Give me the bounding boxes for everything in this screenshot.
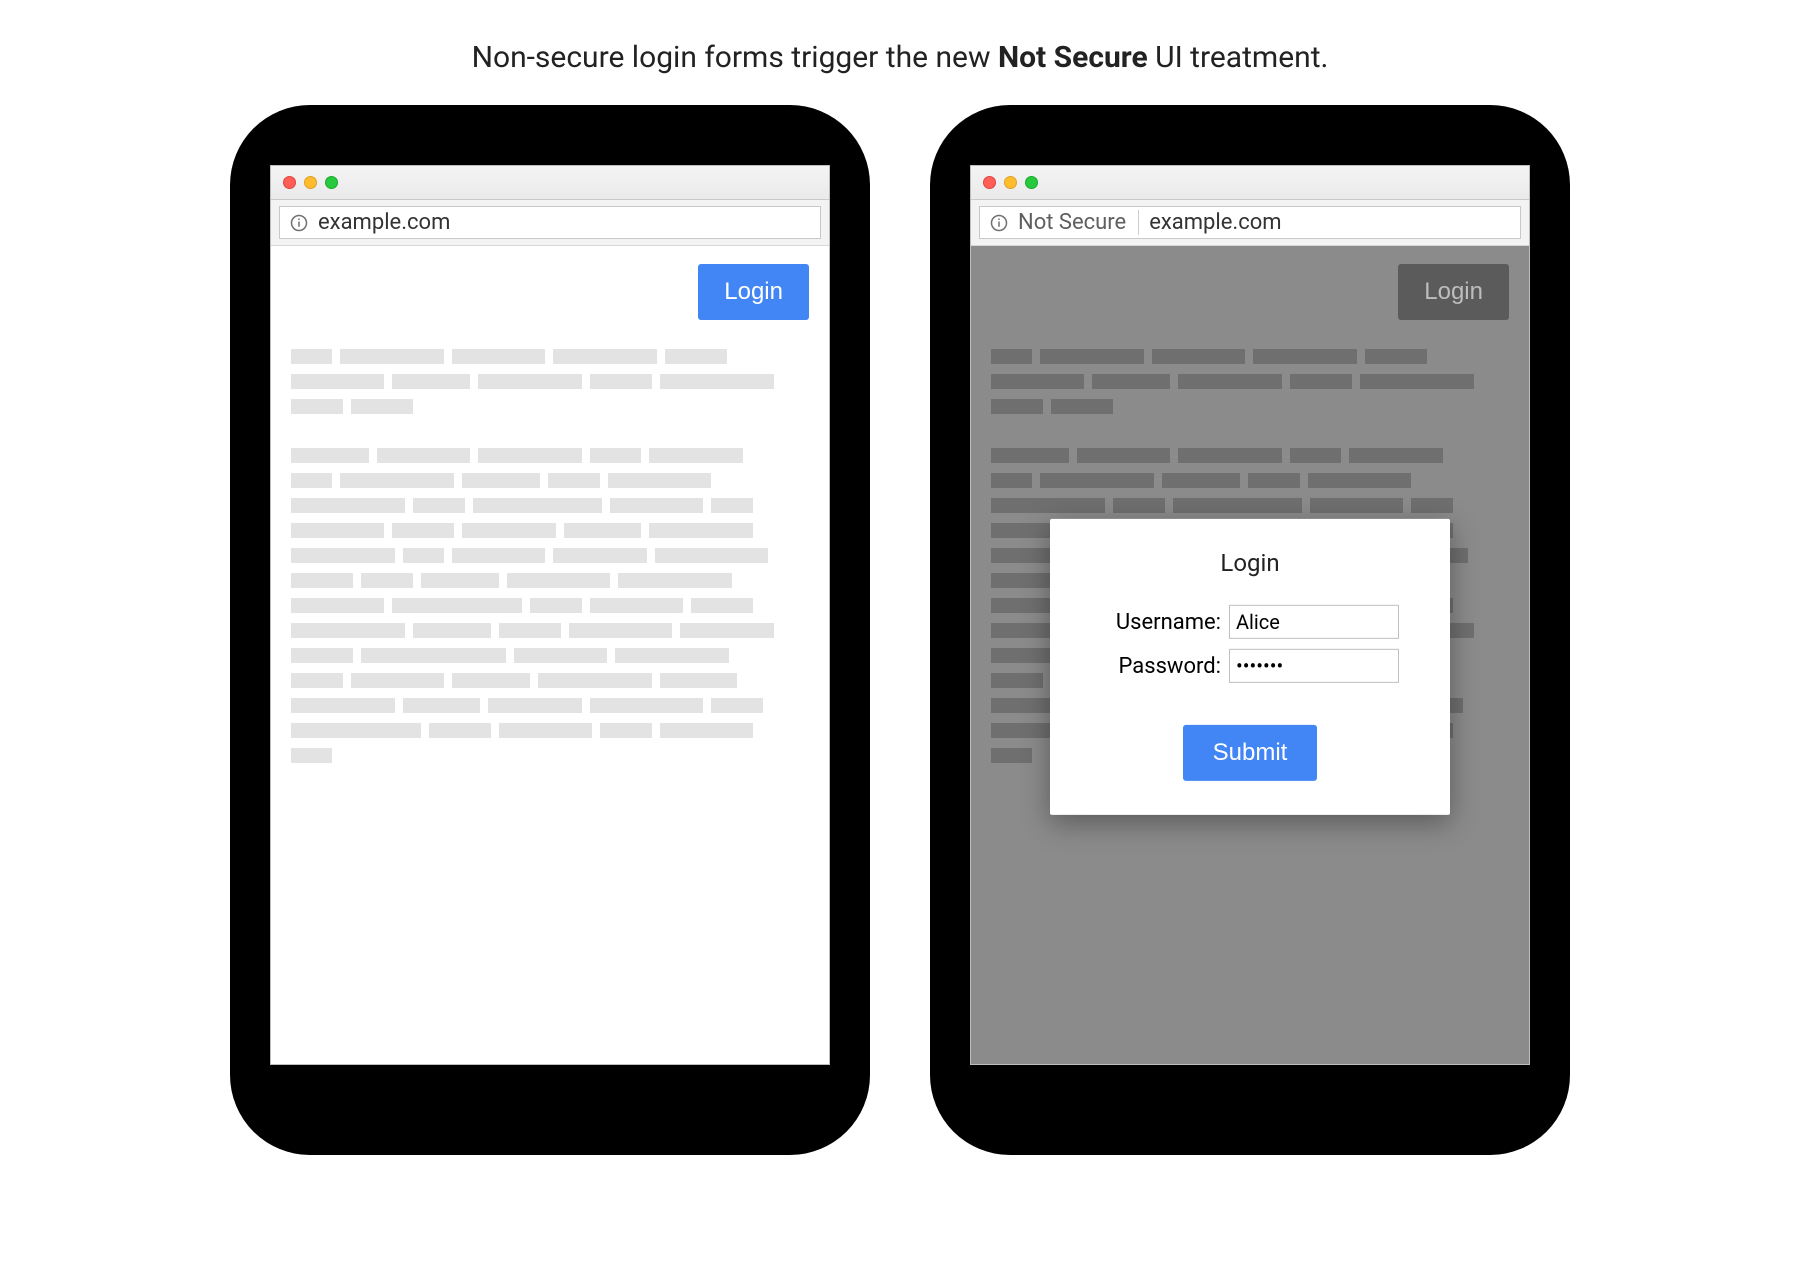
omnibox[interactable]: example.com (279, 206, 821, 239)
login-button[interactable]: Login (1398, 264, 1509, 320)
page-viewport: Login (271, 246, 829, 1064)
submit-button[interactable]: Submit (1183, 725, 1318, 781)
omnibox-url: example.com (318, 210, 450, 235)
caption-text-post: UI treatment. (1148, 40, 1329, 75)
page-info-icon[interactable] (990, 214, 1008, 232)
browser-window-left: example.com Login (270, 165, 830, 1065)
address-bar: example.com (271, 200, 829, 246)
not-secure-label: Not Secure (1018, 210, 1139, 235)
browser-window-right: Not Secure example.com Login (970, 165, 1530, 1065)
minimize-icon[interactable] (304, 176, 317, 189)
username-label: Username: (1101, 609, 1221, 634)
device-frame-left: example.com Login (230, 105, 870, 1155)
page-info-icon[interactable] (290, 214, 308, 232)
password-input[interactable] (1229, 649, 1399, 683)
username-input[interactable] (1229, 605, 1399, 639)
device-frame-right: Not Secure example.com Login (930, 105, 1570, 1155)
address-bar: Not Secure example.com (971, 200, 1529, 246)
window-titlebar (271, 166, 829, 200)
maximize-icon[interactable] (325, 176, 338, 189)
placeholder-content (291, 349, 809, 763)
maximize-icon[interactable] (1025, 176, 1038, 189)
page-viewport: Login (971, 246, 1529, 1064)
close-icon[interactable] (283, 176, 296, 189)
login-modal: Login Username: Password: Submit (1050, 519, 1450, 815)
login-button[interactable]: Login (698, 264, 809, 320)
caption-text-pre: Non-secure login forms trigger the new (472, 40, 998, 75)
password-label: Password: (1101, 653, 1221, 678)
close-icon[interactable] (983, 176, 996, 189)
omnibox-url: example.com (1149, 210, 1281, 235)
minimize-icon[interactable] (1004, 176, 1017, 189)
comparison-stage: example.com Login (230, 105, 1570, 1155)
window-titlebar (971, 166, 1529, 200)
login-modal-title: Login (1078, 549, 1422, 577)
figure-caption: Non-secure login forms trigger the new N… (472, 40, 1329, 75)
caption-text-bold: Not Secure (998, 40, 1148, 75)
omnibox[interactable]: Not Secure example.com (979, 206, 1521, 239)
